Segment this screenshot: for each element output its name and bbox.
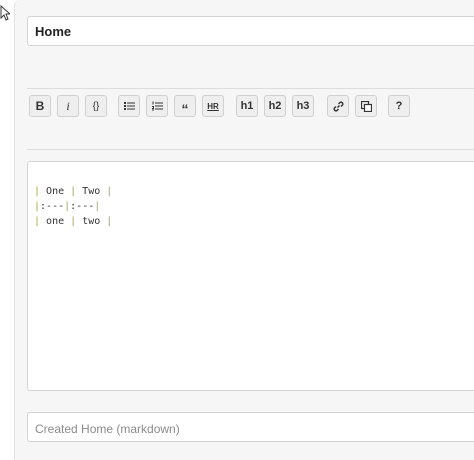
table-pipe: | [34,186,47,197]
ordered-list-button[interactable] [146,95,168,117]
toolbar-divider-top [27,88,474,89]
editor-line: | One | Two | [34,184,474,199]
table-pipe: | [100,216,113,227]
link-icon [333,101,343,111]
table-cell-text: one [46,216,65,227]
table-pipe: | [34,216,47,227]
ordered-list-icon [151,101,163,111]
image-button[interactable] [355,95,377,117]
image-icon [360,100,372,112]
unordered-list-icon [123,102,135,110]
bold-button[interactable]: B [29,95,51,117]
table-cell-text: :--- [70,201,95,212]
table-cell-text: :--- [40,201,65,212]
italic-button[interactable]: i [57,95,79,117]
table-pipe: | [64,216,83,227]
table-cell-text: two [82,216,101,227]
table-cell-text: Two [82,186,101,197]
table-pipe: | [94,201,101,212]
heading1-button[interactable]: h1 [236,95,258,117]
editor-line: | one | two | [34,214,474,229]
table-cell-text: One [46,186,65,197]
horizontal-rule-button[interactable]: HR [202,95,224,117]
help-button[interactable]: ? [388,95,410,117]
mouse-cursor-icon [0,5,10,21]
editor-line: |:---|:---| [34,199,474,214]
link-button[interactable] [327,95,349,117]
blockquote-button[interactable]: “ [174,95,196,117]
table-pipe: | [64,186,83,197]
heading2-button[interactable]: h2 [264,95,286,117]
unordered-list-button[interactable] [118,95,140,117]
toolbar-divider-bottom [27,149,474,150]
heading3-button[interactable]: h3 [292,95,314,117]
code-button[interactable]: {} [85,95,107,117]
markdown-editor[interactable]: | One | Two | |:---|:---| | one | two | [27,161,474,391]
page-title-input[interactable]: Home [27,16,474,46]
table-pipe: | [100,186,113,197]
